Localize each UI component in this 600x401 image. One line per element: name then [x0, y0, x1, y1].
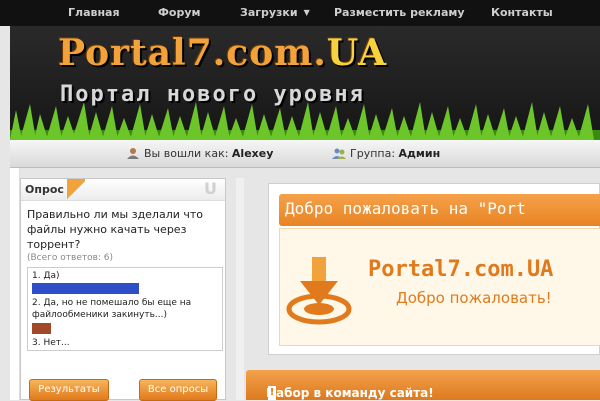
- poll-title: Опрос: [25, 183, 64, 196]
- welcome-header: Добро пожаловать на "Port: [279, 194, 600, 226]
- group-info: Группа: Админ: [332, 147, 440, 160]
- users-group-icon: [332, 148, 346, 159]
- recruit-title-text: Набор в команду сайта!: [266, 386, 434, 400]
- username[interactable]: Alexey: [232, 147, 273, 160]
- nav-advertise[interactable]: Разместить рекламу: [334, 6, 465, 19]
- user-info-bar: Вы вошли как: Alexey Группа: Админ: [10, 140, 600, 168]
- site-logo[interactable]: Portal7.com.UA: [58, 32, 387, 74]
- all-polls-button[interactable]: Все опросы: [139, 379, 217, 401]
- welcome-block: Добро пожаловать на "Port Portal7.com.UA…: [268, 183, 600, 355]
- nav-home[interactable]: Главная: [68, 6, 120, 19]
- poll-total: (Всего ответов: 6): [27, 253, 114, 263]
- poll-answer-label: 2. Да, но не помешало бы еще на файлообм…: [32, 298, 192, 320]
- nav-contacts[interactable]: Контакты: [491, 6, 553, 19]
- group-label: Группа:: [350, 147, 396, 160]
- welcome-heading: Добро пожаловать на "Port: [285, 199, 526, 218]
- recruit-block: Набор в команду сайта!!: [246, 370, 600, 400]
- logo-ua-text: UA: [326, 32, 388, 74]
- poll-answers: 1. Да) 2. Да, но не помешало бы еще на ф…: [27, 267, 223, 351]
- nav-forum[interactable]: Форум: [158, 6, 201, 19]
- poll-block: Опрос U Правильно ли мы зделали что файл…: [20, 178, 226, 401]
- poll-answer-bar: [32, 323, 51, 334]
- brand-welcome: Добро пожаловать!: [396, 289, 552, 307]
- logged-in-info: Вы вошли как: Alexey: [126, 147, 273, 160]
- nav-downloads[interactable]: Загрузки ▼: [240, 6, 310, 19]
- poll-results-button[interactable]: Результаты: [29, 379, 109, 401]
- exclamation-icon: !: [268, 386, 276, 400]
- logged-in-label: Вы вошли как:: [144, 147, 229, 160]
- brand-name: Portal7.com.UA: [368, 257, 554, 282]
- download-icon: [286, 257, 352, 325]
- column-gutter: [236, 178, 244, 400]
- poll-answer-bar: [32, 283, 139, 294]
- site-header: Portal7.com.UA Портал нового уровня: [10, 26, 600, 140]
- poll-header: Опрос U: [21, 179, 225, 201]
- poll-answer-label: 3. Нет...: [32, 338, 70, 348]
- poll-answer-label: 1. Да): [32, 271, 60, 281]
- chevron-down-icon: ▼: [303, 8, 310, 17]
- grass-decoration: [10, 102, 600, 140]
- left-column-edge: [10, 168, 20, 400]
- u-logo-icon: U: [204, 179, 217, 198]
- tab-corner-decoration: [67, 179, 85, 201]
- poll-question: Правильно ли мы зделали что файлы нужно …: [27, 208, 204, 251]
- top-nav: Главная Форум Загрузки ▼ Разместить рекла…: [0, 0, 600, 26]
- logo-main-text: Portal7.com.: [58, 32, 327, 74]
- welcome-banner: Portal7.com.UA Добро пожаловать!: [279, 228, 600, 346]
- group-name: Админ: [398, 147, 441, 160]
- user-icon: [127, 148, 139, 159]
- nav-downloads-label: Загрузки: [240, 6, 298, 19]
